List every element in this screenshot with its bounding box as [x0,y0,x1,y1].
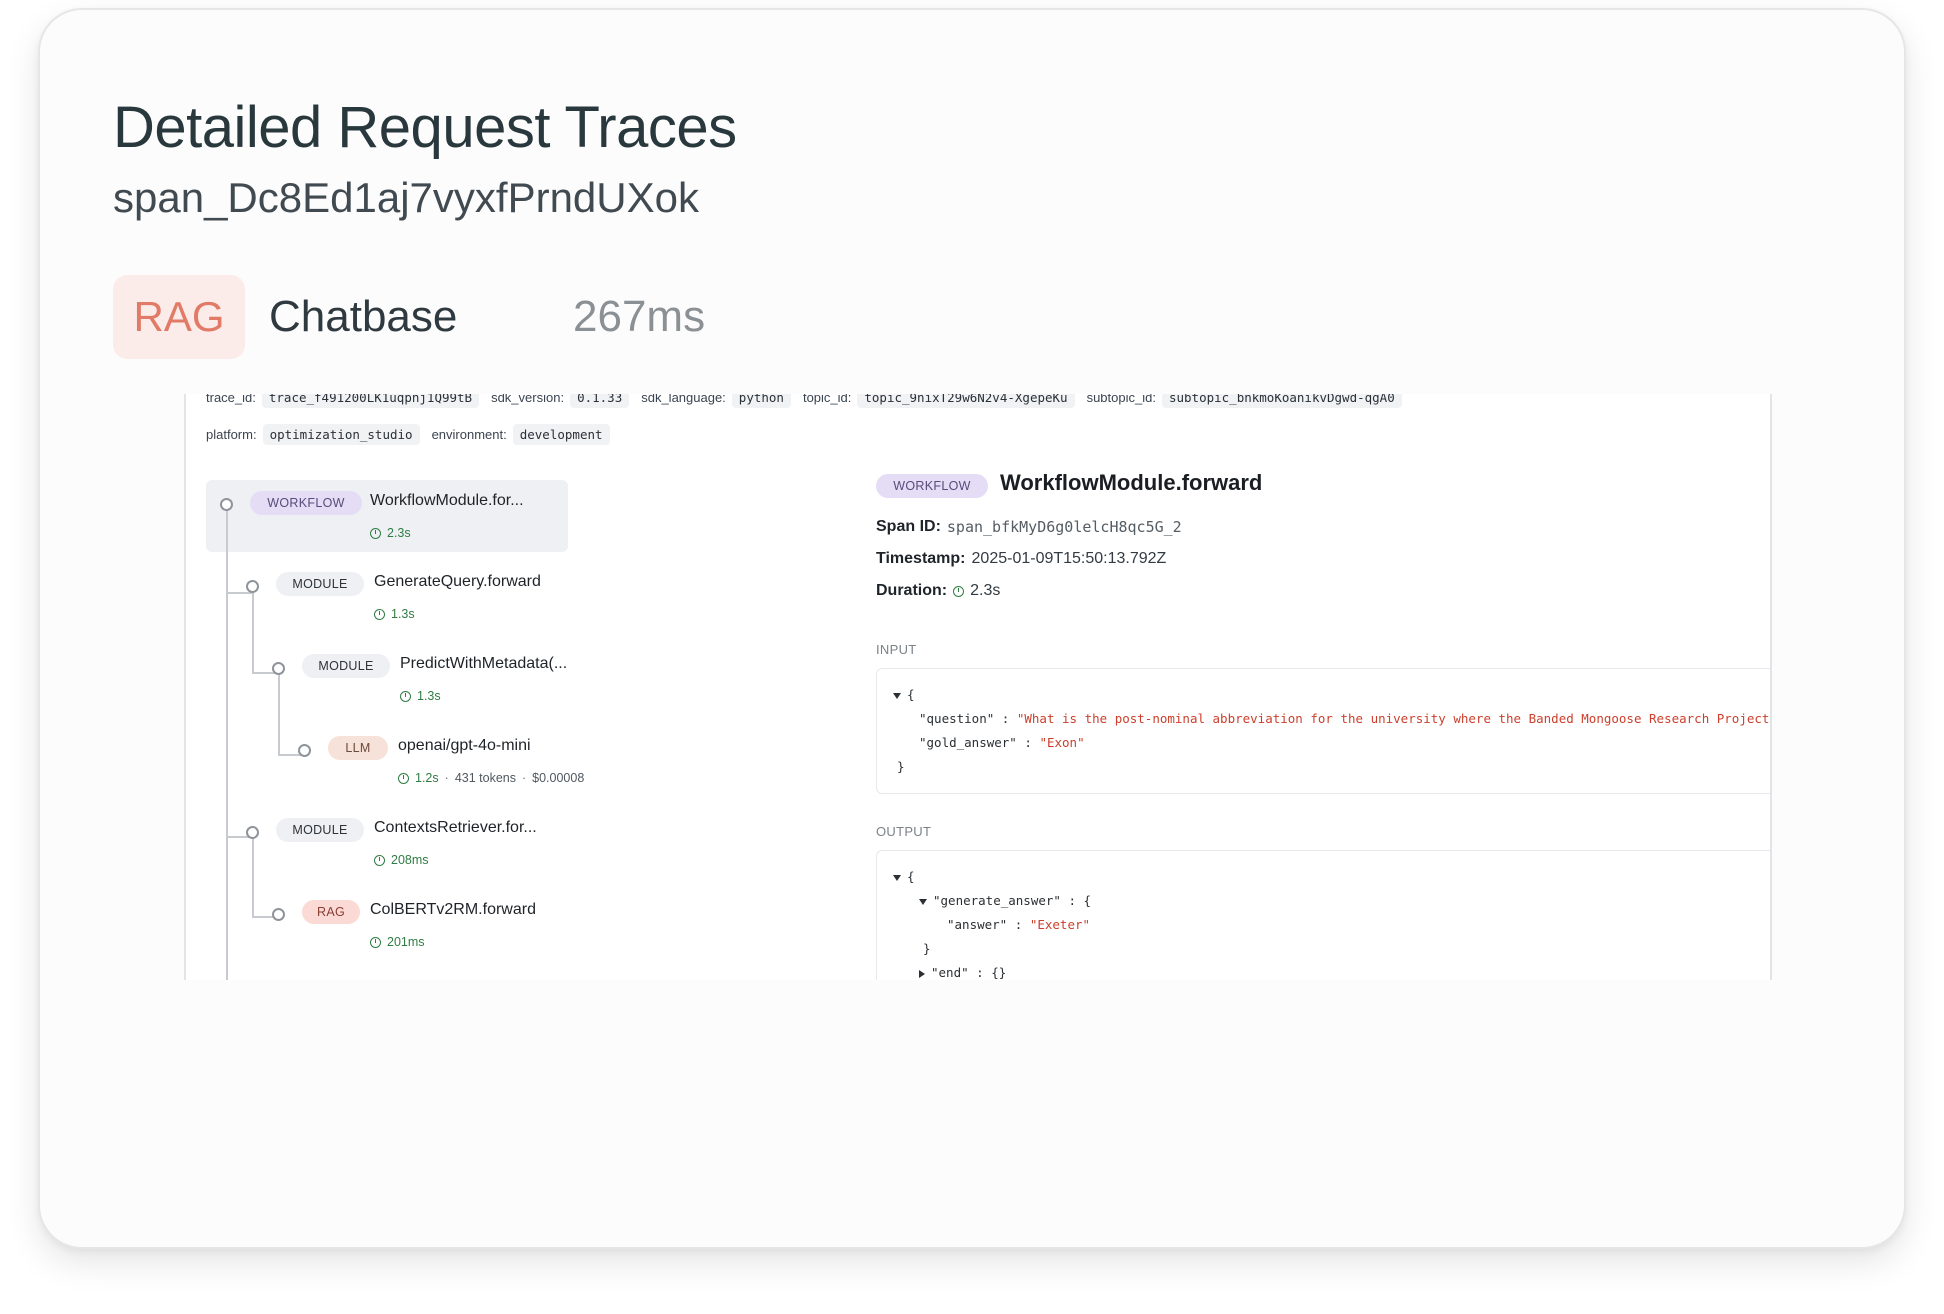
clock-icon [953,585,965,597]
detail-title: WorkflowModule.forward [1000,470,1263,495]
node-dot [272,662,285,675]
span-tree: WORKFLOW WorkflowModule.for... 2.3s MODU… [186,394,706,980]
node-usage: 1.2s · 431 tokens · $0.00008 [398,771,584,785]
expand-caret-icon [919,969,925,978]
module-badge: MODULE [276,818,364,842]
token-count: 431 tokens [454,771,516,785]
workflow-badge: WORKFLOW [250,491,362,515]
clock-icon [370,936,381,948]
node-dot [246,826,259,839]
node-dot [272,908,285,921]
app-name: Chatbase [269,292,458,341]
span-detail-panel: WORKFLOW WorkflowModule.forward Span ID:… [726,394,1770,980]
node-name: ContextsRetriever.for... [374,819,537,836]
detail-span-id: Span ID: span_bfkMyD6g0lelcH8qc5G_2 [876,518,1182,536]
cost-value: $0.00008 [532,771,585,785]
collapse-caret-icon [919,898,927,905]
node-name: ColBERTv2RM.forward [370,901,536,918]
clock-icon [370,527,381,539]
node-name: WorkflowModule.for... [370,492,524,509]
latency-value: 267ms [573,292,706,341]
input-open[interactable]: { [893,687,915,702]
output-end-line[interactable]: "end" : {} [919,965,1006,980]
detail-workflow-badge: WORKFLOW [876,474,988,498]
output-generate-answer-close: } [923,941,931,956]
rag-badge: RAG [302,900,360,924]
trace-screenshot: trace_id: trace_f491200LK1uqpnj1Q99tB sdk… [184,394,1772,980]
input-json-viewer: {} ⧉ { "question" : "What is the post-no… [876,668,1772,794]
output-section-label: OUTPUT [876,824,932,839]
output-generate-answer-line[interactable]: "generate_answer" : { [919,893,1091,908]
trace-summary: RAG Chatbase 267ms [113,275,705,359]
node-duration: 1.3s [400,689,441,703]
output-open[interactable]: { [893,869,915,884]
input-question-line: "question" : "What is the post-nominal a… [919,711,1772,726]
node-name: GenerateQuery.forward [374,573,541,590]
module-badge: MODULE [302,654,390,678]
detail-timestamp: Timestamp: 2025-01-09T15:50:13.792Z [876,550,1167,567]
rag-type-tag: RAG [113,275,245,359]
input-section-label: INPUT [876,642,917,657]
input-gold-answer-line: "gold_answer" : "Exon" [919,735,1085,750]
node-duration: 2.3s [370,526,411,540]
clock-icon [374,608,385,620]
module-badge: MODULE [276,572,364,596]
output-answer-line: "answer" : "Exeter" [947,917,1091,932]
node-duration: 1.3s [374,607,415,621]
node-duration: 201ms [370,935,425,949]
node-dot [298,744,311,757]
collapse-caret-icon [893,874,901,881]
llm-badge: LLM [328,736,388,760]
node-duration: 208ms [374,853,429,867]
page-title: Detailed Request Traces [113,95,737,160]
node-name: openai/gpt-4o-mini [398,737,531,754]
clock-icon [374,854,385,866]
detail-duration: Duration: 2.3s [876,582,1001,599]
collapse-caret-icon [893,692,901,699]
node-dot [246,580,259,593]
output-json-viewer: {} ⧉ { "generate_answer" : { "answer" : … [876,850,1770,980]
node-name: PredictWithMetadata(... [400,655,568,672]
span-id-heading: span_Dc8Ed1aj7vyxfPrndUXok [113,174,699,221]
input-close: } [897,759,905,774]
trace-card: Detailed Request Traces span_Dc8Ed1aj7vy… [38,8,1906,1249]
clock-icon [398,772,409,784]
node-dot [220,498,233,511]
clock-icon [400,690,411,702]
